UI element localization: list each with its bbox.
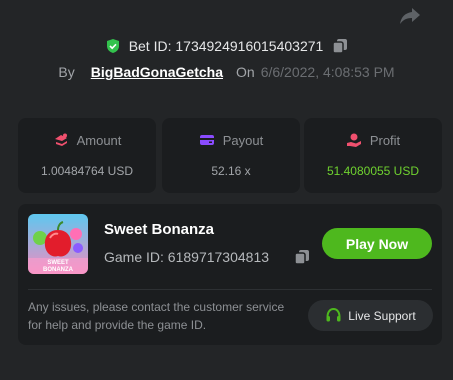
svg-text:BONANZA: BONANZA: [43, 267, 74, 273]
svg-text:SWEET: SWEET: [47, 260, 69, 266]
payout-value: 52.16 x: [211, 164, 251, 178]
payout-label: Payout: [222, 132, 264, 148]
bet-meta-row: By BigBadGonaGetcha On 6/6/2022, 4:08:53…: [0, 63, 453, 81]
bet-id-value: 173492491601540327​1: [175, 38, 324, 54]
amount-value: 1.00484764 USD: [40, 164, 134, 178]
profit-icon: [346, 132, 362, 148]
support-notice: Any issues, please contact the customer …: [28, 300, 285, 332]
game-thumbnail[interactable]: SWEET BONANZA: [28, 214, 88, 274]
divider: [28, 289, 432, 290]
bet-id-row: Bet ID: 173492491601540327​1: [0, 37, 453, 55]
payout-card: Payout 52.16 x: [162, 118, 300, 193]
profit-value: 51.4080055 USD: [326, 164, 420, 178]
play-now-button[interactable]: Play Now: [322, 228, 432, 259]
amount-label: Amount: [76, 132, 122, 148]
game-id-label: Game ID:: [104, 249, 164, 265]
copy-game-id-icon[interactable]: [294, 249, 310, 265]
live-support-label: Live Support: [348, 308, 416, 323]
game-id: Game ID: 6189717304813: [104, 249, 269, 265]
on-label: On: [236, 64, 255, 80]
profit-label: Profit: [369, 132, 401, 148]
payout-icon: [199, 132, 215, 148]
by-label: By: [58, 64, 75, 80]
live-support-button[interactable]: Live Support: [308, 300, 433, 331]
share-icon[interactable]: [398, 6, 422, 26]
game-name[interactable]: Sweet Bonanza: [104, 221, 214, 238]
shield-check-icon: [105, 38, 121, 54]
bet-id-label: Bet ID:: [128, 38, 172, 54]
amount-card: Amount 1.00484764 USD: [18, 118, 156, 193]
game-id-value: 6189717304813: [167, 249, 270, 265]
copy-bet-id-icon[interactable]: [332, 38, 348, 54]
headset-icon: [325, 307, 342, 324]
bet-date: 6/6/2022, 4:08:53 PM: [260, 64, 395, 80]
amount-icon: [53, 132, 69, 148]
game-card: SWEET BONANZA Sweet Bonanza Game ID: 618…: [18, 204, 442, 345]
profit-card: Profit 51.4080055 USD: [304, 118, 442, 193]
username-link[interactable]: BigBadGonaGetcha: [91, 64, 223, 80]
